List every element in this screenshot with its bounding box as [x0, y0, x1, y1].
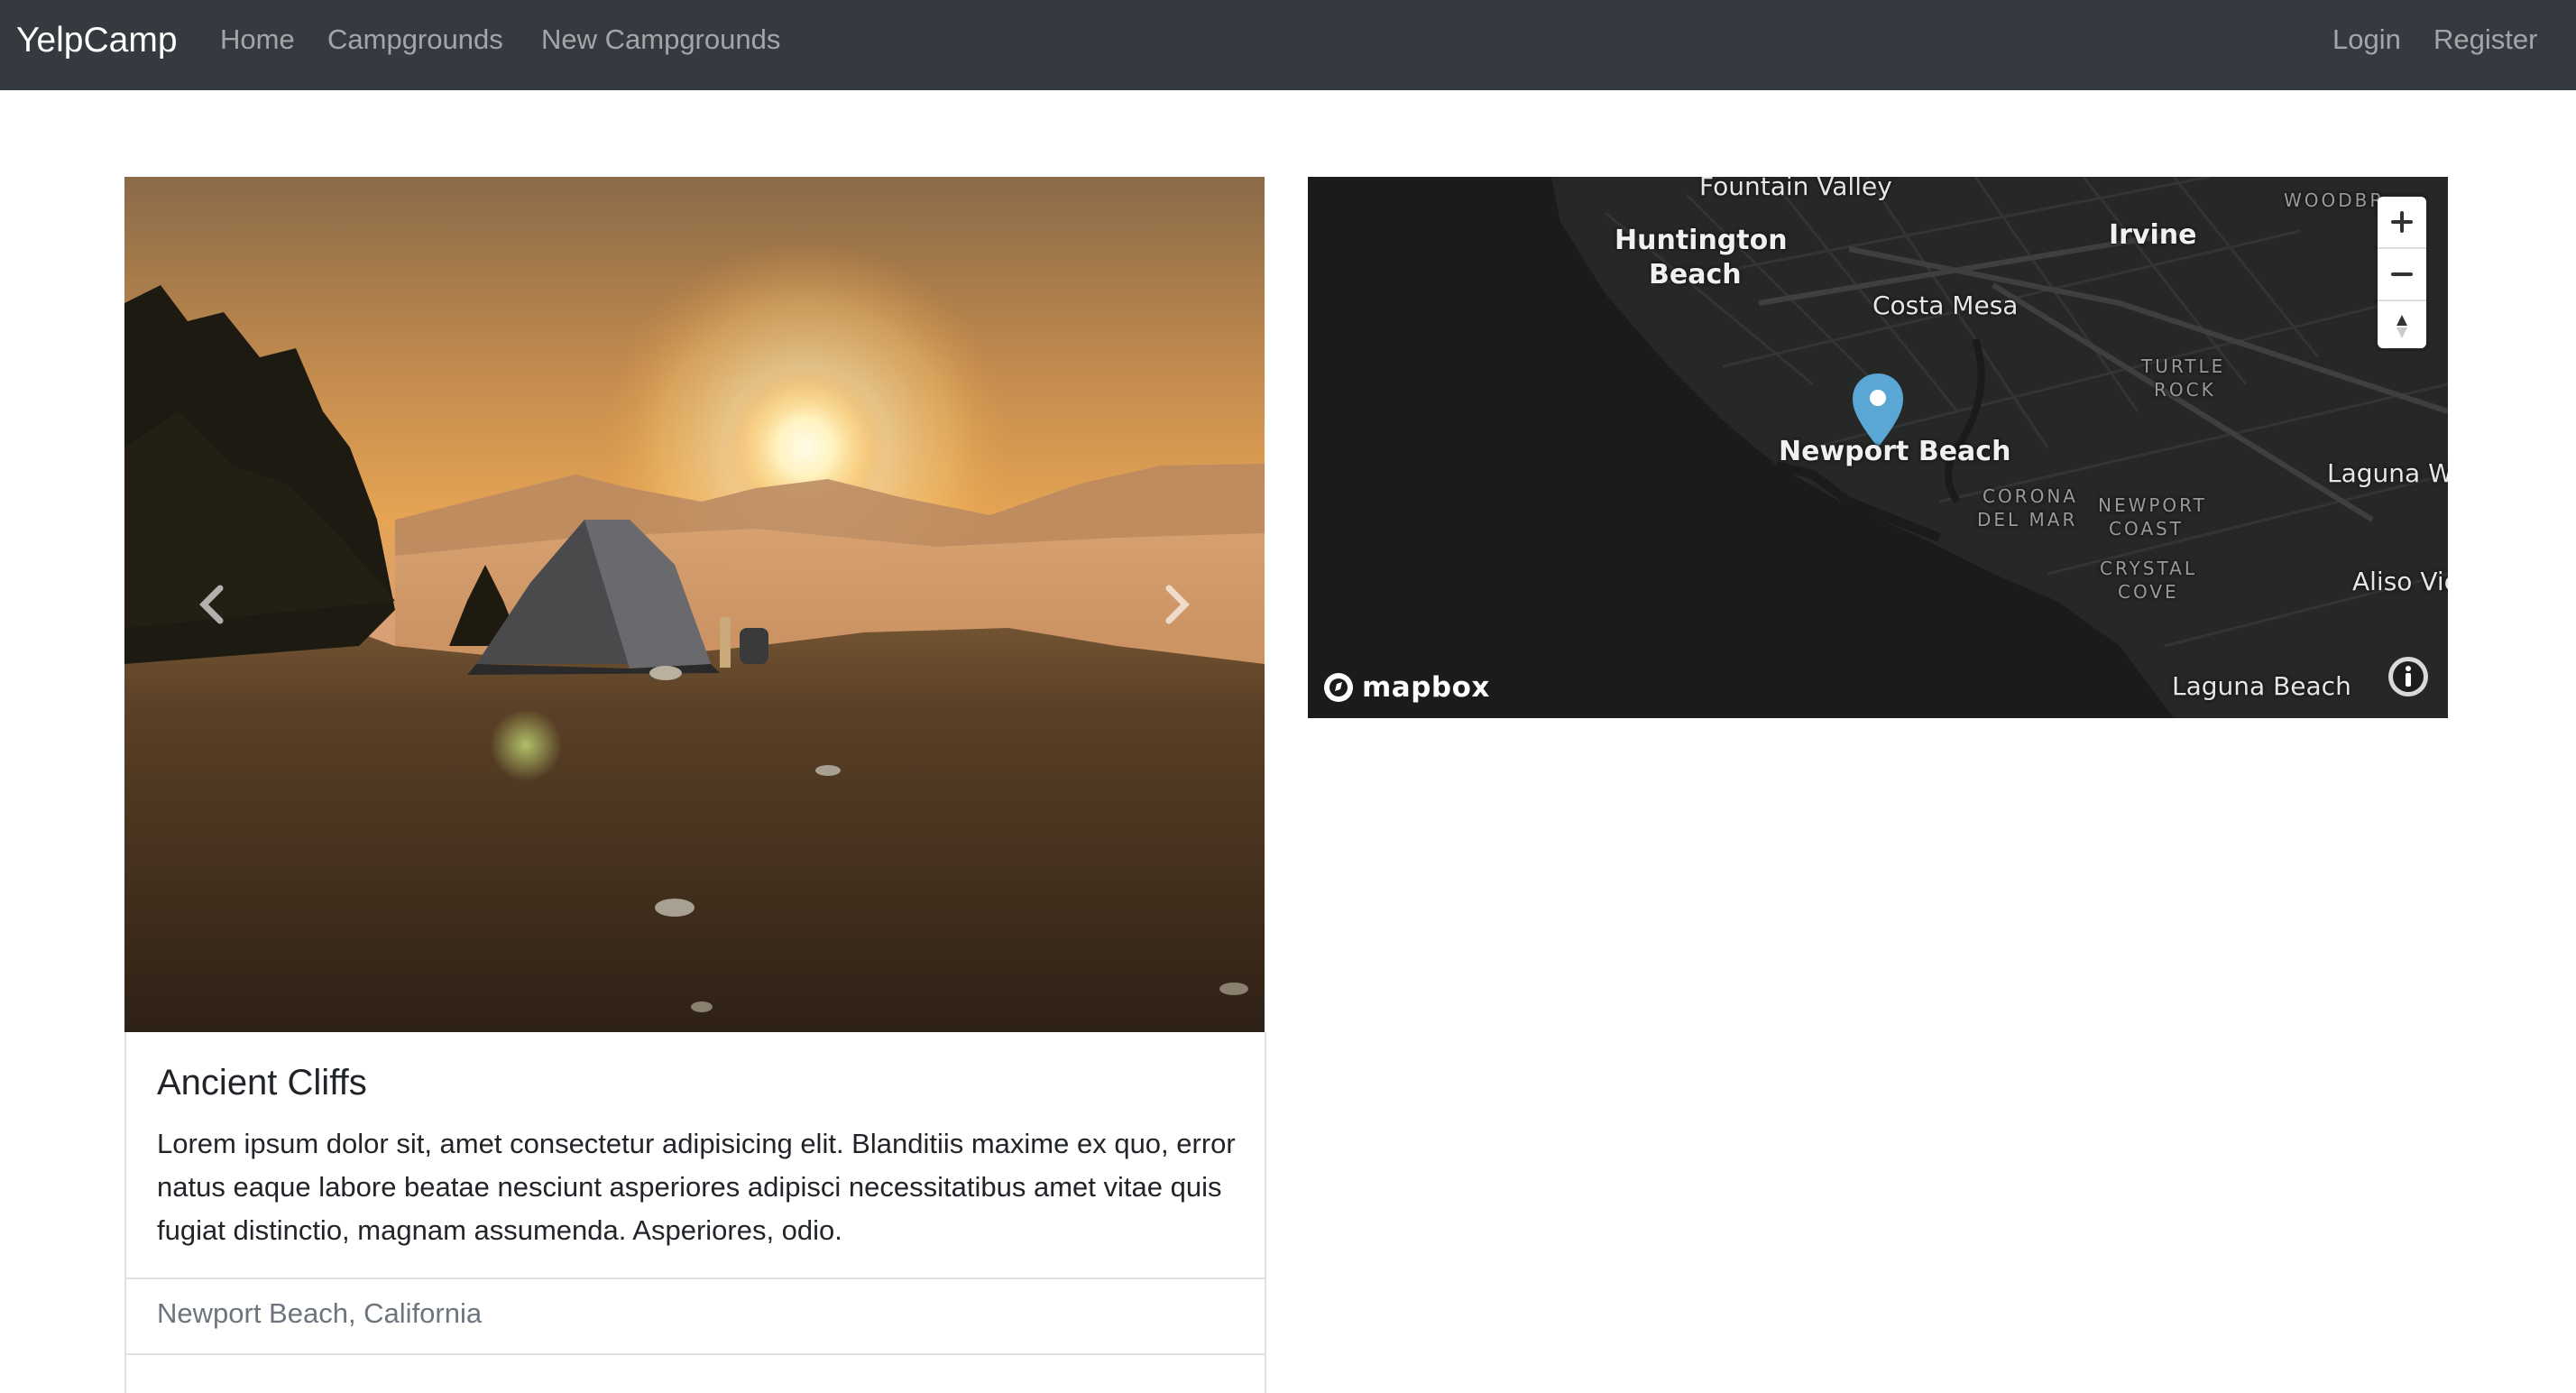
map-label: TURTLE: [2141, 355, 2226, 377]
nav-link-campgrounds[interactable]: Campgrounds: [327, 22, 503, 58]
map-label: Laguna Wo: [2327, 458, 2448, 488]
map-label: COVE: [2118, 581, 2179, 603]
divider: [126, 1278, 1265, 1279]
campground-title: Ancient Cliffs: [157, 1063, 367, 1102]
navbar: YelpCamp Home Campgrounds New Campground…: [0, 0, 2576, 90]
image-carousel: [124, 177, 1265, 1032]
map-label: CRYSTAL: [2100, 558, 2197, 579]
brand-logo[interactable]: YelpCamp: [16, 20, 178, 61]
compass-icon: [2397, 315, 2407, 338]
map-label: WOODBR: [2284, 189, 2386, 211]
map-label: Costa Mesa: [1872, 291, 2019, 320]
map-label: NEWPORT: [2098, 494, 2207, 516]
plus-icon: [2391, 211, 2413, 233]
map-label: Aliso Vie: [2352, 567, 2448, 596]
map-label: COAST: [2109, 518, 2184, 540]
reset-bearing-button[interactable]: [2378, 301, 2426, 352]
attribution-info-button[interactable]: [2387, 655, 2430, 698]
map-label: Laguna Beach: [2172, 671, 2351, 701]
map[interactable]: Fountain Valley Huntington Beach Irvine …: [1308, 177, 2448, 718]
map-label: ROCK: [2154, 379, 2216, 401]
info-icon: [2388, 657, 2428, 696]
nav-link-new-campground[interactable]: New Campgrounds: [541, 22, 780, 58]
campground-location: Newport Beach, California: [157, 1297, 483, 1329]
map-navigation-control: [2378, 197, 2426, 348]
nav-link-register[interactable]: Register: [2433, 22, 2537, 58]
campground-card: Ancient Cliffs Lorem ipsum dolor sit, am…: [124, 1032, 1266, 1393]
map-label: Irvine: [2109, 219, 2197, 251]
zoom-in-button[interactable]: [2378, 197, 2426, 247]
carousel-next-button[interactable]: [1093, 177, 1265, 1032]
map-label: Fountain Valley: [1699, 177, 1892, 201]
mapbox-icon: [1324, 673, 1353, 702]
campground-description: Lorem ipsum dolor sit, amet consectetur …: [157, 1128, 1236, 1246]
chevron-right-icon: [1165, 585, 1190, 624]
map-label: DEL MAR: [1977, 509, 2078, 530]
map-label: Newport Beach: [1779, 436, 2011, 467]
nav-link-home[interactable]: Home: [220, 22, 295, 58]
divider: [126, 1353, 1265, 1355]
mapbox-wordmark: mapbox: [1362, 671, 1490, 704]
map-label: Beach: [1649, 259, 1742, 291]
map-label: CORONA: [1983, 485, 2078, 507]
zoom-out-button[interactable]: [2378, 249, 2426, 300]
chevron-left-icon: [199, 585, 224, 624]
minus-icon: [2391, 272, 2413, 276]
carousel-prev-button[interactable]: [124, 177, 296, 1032]
map-label: Huntington: [1615, 225, 1788, 256]
nav-link-login[interactable]: Login: [2332, 22, 2401, 58]
